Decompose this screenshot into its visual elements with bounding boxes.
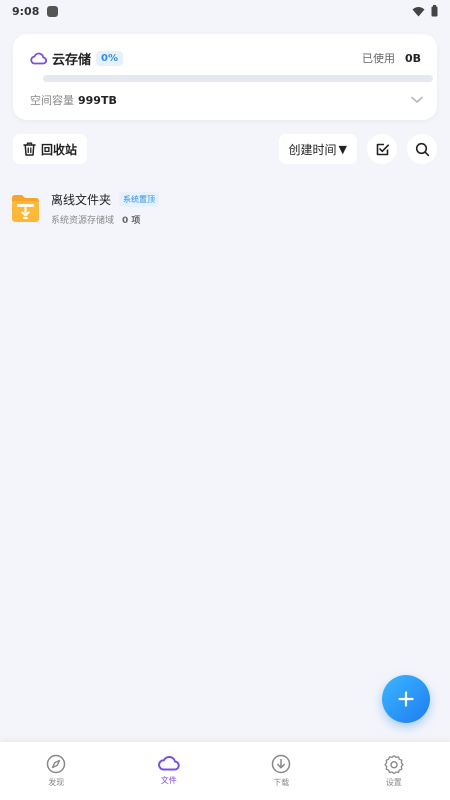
storage-title: 云存储 bbox=[52, 52, 92, 68]
download-icon bbox=[272, 754, 291, 774]
checkbox-icon bbox=[376, 143, 389, 155]
settings-icon bbox=[384, 755, 404, 774]
file-name: 离线文件夹 bbox=[51, 192, 112, 207]
recycle-bin-button[interactable]: 回收站 bbox=[13, 134, 88, 164]
chevron-down-icon[interactable] bbox=[411, 96, 423, 104]
capacity-label: 空间容量 bbox=[30, 94, 74, 107]
cloud-icon bbox=[30, 52, 47, 64]
file-name-row: 离线文件夹 系统置顶 bbox=[51, 190, 160, 208]
battery-icon bbox=[431, 5, 438, 17]
nav-item-files[interactable]: 文件 bbox=[113, 742, 226, 800]
file-description: 系统资源存储域 bbox=[51, 216, 115, 226]
compass-icon bbox=[47, 754, 66, 774]
sort-button[interactable]: 创建时间 ▼ bbox=[278, 134, 357, 164]
nav-item-discover[interactable]: 发现 bbox=[0, 742, 113, 800]
status-time: 9:08 bbox=[12, 4, 40, 18]
file-item-count: 0 项 bbox=[122, 216, 141, 226]
multi-select-button[interactable] bbox=[367, 134, 397, 164]
capacity-value: 999TB bbox=[78, 93, 117, 107]
bottom-nav: 发现 文件 下载 设置 bbox=[0, 742, 450, 800]
nav-label: 下载 bbox=[273, 778, 290, 787]
sort-label: 创建时间 bbox=[288, 142, 337, 157]
file-meta: 系统资源存储域 0 项 bbox=[51, 213, 159, 226]
nav-item-settings[interactable]: 设置 bbox=[338, 742, 450, 800]
wifi-icon bbox=[412, 6, 425, 16]
used-value: 0B bbox=[404, 51, 421, 65]
search-button[interactable] bbox=[407, 134, 437, 164]
trash-icon bbox=[23, 142, 36, 156]
used-label: 已使用 bbox=[361, 52, 395, 65]
nav-label: 设置 bbox=[385, 778, 402, 787]
sort-arrow-icon: ▼ bbox=[338, 142, 347, 156]
status-bar: 9:08 bbox=[0, 0, 450, 22]
folder-icon bbox=[12, 195, 39, 222]
list-item[interactable]: 离线文件夹 系统置顶 系统资源存储域 0 项 bbox=[10, 190, 430, 230]
storage-card[interactable]: 云存储 0% 已使用 0B 空间容量 999TB bbox=[13, 34, 437, 120]
plus-icon bbox=[398, 691, 414, 707]
file-info: 离线文件夹 系统置顶 系统资源存储域 0 项 bbox=[51, 190, 160, 226]
add-button[interactable] bbox=[382, 675, 430, 723]
capacity-row: 空间容量 999TB bbox=[30, 92, 423, 108]
nav-item-downloads[interactable]: 下载 bbox=[225, 742, 338, 800]
recycle-bin-label: 回收站 bbox=[41, 142, 78, 157]
usage-percent-badge: 0% bbox=[96, 50, 123, 66]
file-toolbar: 回收站 创建时间 ▼ bbox=[13, 134, 437, 164]
status-icons bbox=[412, 5, 438, 17]
nav-label: 文件 bbox=[160, 776, 177, 785]
nav-label: 发现 bbox=[48, 778, 65, 787]
storage-progress-bar bbox=[43, 75, 433, 82]
cloud-icon bbox=[157, 755, 180, 771]
notification-app-icon bbox=[47, 5, 59, 17]
storage-header: 云存储 0% 已使用 0B bbox=[30, 48, 421, 68]
system-pinned-badge: 系统置顶 bbox=[119, 191, 160, 207]
search-icon bbox=[415, 142, 429, 156]
